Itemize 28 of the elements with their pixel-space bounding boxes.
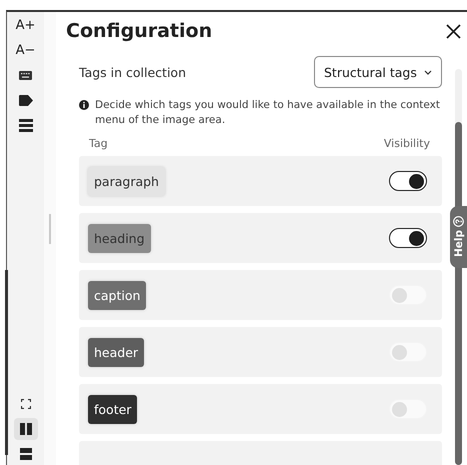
help-icon — [453, 216, 464, 228]
tag-label: footer — [88, 394, 138, 424]
info-icon — [79, 100, 89, 110]
fullscreen-icon — [20, 399, 30, 409]
collection-label: Tags in collection — [79, 64, 186, 80]
help-tab[interactable]: Help — [450, 206, 467, 268]
view-button[interactable] — [14, 418, 38, 440]
tag-label: header — [88, 338, 144, 366]
chevron-icon — [424, 70, 432, 74]
close-icon — [446, 24, 460, 38]
keyboard-icon — [19, 70, 32, 80]
resize-handle[interactable] — [49, 214, 51, 244]
tag-label: caption — [88, 280, 146, 310]
column-header: Tag — [89, 137, 108, 150]
collection-select[interactable]: Structural tags — [314, 56, 442, 88]
rows-icon — [20, 448, 32, 460]
visibility-toggle[interactable] — [389, 171, 427, 191]
column-header: Visibility — [384, 137, 430, 150]
toolbar-button[interactable]: A+ — [12, 14, 40, 36]
dialog-title: Configuration — [66, 20, 212, 42]
tag-label: paragraph — [88, 166, 165, 196]
visibility-toggle[interactable] — [389, 228, 427, 248]
tag-icon — [18, 94, 32, 106]
columns-icon — [20, 423, 32, 435]
toolbar-button[interactable]: A− — [12, 39, 40, 61]
list-icon — [18, 118, 32, 132]
tag-label: heading — [88, 224, 151, 252]
info-text: Decide which tags you would like to have available in the context menu of the image area. — [95, 98, 441, 128]
